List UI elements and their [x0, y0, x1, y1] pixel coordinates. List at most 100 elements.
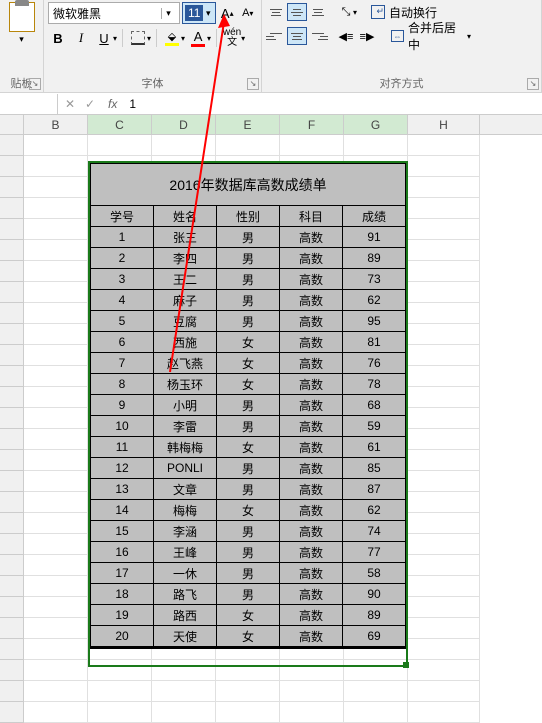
decrease-indent-button[interactable]: ◀≡ — [336, 27, 356, 45]
table-cell: 女 — [217, 353, 280, 374]
formula-value[interactable]: 1 — [123, 97, 142, 111]
align-middle-button[interactable] — [287, 3, 307, 21]
chevron-down-icon[interactable]: ▾ — [113, 34, 117, 43]
align-center-button[interactable] — [287, 27, 307, 45]
table-cell: 62 — [343, 290, 406, 311]
chevron-down-icon[interactable]: ▾ — [181, 34, 185, 43]
table-cell: 95 — [343, 311, 406, 332]
select-all-corner[interactable] — [0, 115, 24, 134]
table-header: 姓名 — [154, 206, 217, 227]
table-row: 8杨玉环女高数78 — [91, 374, 406, 395]
table-header: 性别 — [217, 206, 280, 227]
table-cell: 59 — [343, 416, 406, 437]
table-cell: 麻子 — [154, 290, 217, 311]
table-cell: 9 — [91, 395, 154, 416]
fill-color-button[interactable]: ⬙ — [162, 28, 182, 48]
italic-button[interactable]: I — [71, 28, 91, 48]
table-header: 科目 — [280, 206, 343, 227]
data-table: 2016年数据库高数成绩单学号姓名性别科目成绩1张三男高数912李四男高数893… — [88, 161, 408, 649]
table-cell: 8 — [91, 374, 154, 395]
chevron-down-icon[interactable]: ▾ — [353, 8, 357, 17]
align-left-button[interactable] — [266, 27, 286, 45]
table-cell: 男 — [217, 395, 280, 416]
align-top-button[interactable] — [266, 3, 286, 21]
align-bottom-button[interactable] — [308, 3, 328, 21]
table-cell: 高数 — [280, 458, 343, 479]
table-cell: 85 — [343, 458, 406, 479]
table-cell: 高数 — [280, 374, 343, 395]
phonetic-guide-button[interactable]: wén文 — [222, 28, 242, 48]
table-cell: 西施 — [154, 332, 217, 353]
name-box[interactable] — [0, 94, 58, 114]
increase-indent-button[interactable]: ≡▶ — [357, 27, 377, 45]
col-header[interactable]: G — [344, 115, 408, 134]
table-cell: 15 — [91, 521, 154, 542]
table-title: 2016年数据库高数成绩单 — [91, 164, 406, 206]
cancel-formula-button[interactable]: ✕ — [62, 96, 78, 112]
table-cell: 男 — [217, 584, 280, 605]
table-cell: 男 — [217, 563, 280, 584]
table-cell: 高数 — [280, 311, 343, 332]
chevron-down-icon[interactable]: ▾ — [19, 34, 24, 45]
table-cell: 高数 — [280, 416, 343, 437]
col-header[interactable]: F — [280, 115, 344, 134]
table-row: 1张三男高数91 — [91, 227, 406, 248]
col-header[interactable]: D — [152, 115, 216, 134]
accept-formula-button[interactable]: ✓ — [82, 96, 98, 112]
table-cell: 女 — [217, 605, 280, 626]
table-cell: 女 — [217, 626, 280, 647]
font-color-button[interactable]: A — [188, 28, 208, 48]
table-cell: 高数 — [280, 605, 343, 626]
table-cell: 90 — [343, 584, 406, 605]
table-cell: 男 — [217, 458, 280, 479]
borders-button[interactable] — [128, 28, 148, 48]
table-cell: 高数 — [280, 563, 343, 584]
table-row: 10李雷男高数59 — [91, 416, 406, 437]
table-cell: 78 — [343, 374, 406, 395]
merge-center-button[interactable]: ⇔合并后居中▾ — [387, 26, 475, 46]
bold-button[interactable]: B — [48, 28, 68, 48]
table-cell: 89 — [343, 605, 406, 626]
align-right-button[interactable] — [308, 27, 328, 45]
table-cell: 男 — [217, 227, 280, 248]
column-headers: B C D E F G H — [0, 115, 542, 135]
chevron-down-icon[interactable]: ▾ — [161, 8, 175, 19]
chevron-down-icon[interactable]: ▾ — [147, 34, 151, 43]
table-cell: 高数 — [280, 248, 343, 269]
col-header[interactable]: H — [408, 115, 480, 134]
table-cell: 81 — [343, 332, 406, 353]
chevron-down-icon[interactable]: ▾ — [203, 8, 213, 19]
chevron-down-icon[interactable]: ▾ — [241, 34, 245, 43]
table-cell: 19 — [91, 605, 154, 626]
table-cell: 高数 — [280, 395, 343, 416]
increase-font-button[interactable]: A▴ — [218, 3, 236, 23]
fx-label[interactable]: fx — [108, 97, 117, 111]
underline-button[interactable]: U — [94, 28, 114, 48]
table-cell: 女 — [217, 374, 280, 395]
table-cell: 李雷 — [154, 416, 217, 437]
col-header[interactable]: B — [24, 115, 88, 134]
table-row: 3王二男高数73 — [91, 269, 406, 290]
decrease-font-button[interactable]: A▾ — [239, 3, 257, 23]
font-size-combo[interactable]: 11 ▾ — [182, 2, 216, 24]
table-cell: 文章 — [154, 479, 217, 500]
border-icon — [131, 31, 145, 45]
col-header[interactable]: E — [216, 115, 280, 134]
font-name-combo[interactable]: 微软雅黑 ▾ — [48, 2, 180, 24]
clipboard-dialog-launcher[interactable]: ↘ — [29, 78, 41, 90]
paste-button[interactable]: ▾ — [9, 2, 35, 45]
table-cell: 男 — [217, 479, 280, 500]
grid-body[interactable]: 2016年数据库高数成绩单学号姓名性别科目成绩1张三男高数912李四男高数893… — [0, 135, 542, 713]
chevron-down-icon[interactable]: ▾ — [207, 34, 211, 43]
table-cell: 3 — [91, 269, 154, 290]
table-cell: 路西 — [154, 605, 217, 626]
table-cell: 89 — [343, 248, 406, 269]
table-cell: 女 — [217, 332, 280, 353]
alignment-group: ⤡ ▾ 自动换行 ◀≡ ≡▶ ⇔合并后居中▾ 对齐方式 ↘ — [262, 0, 542, 92]
table-row: 4麻子男高数62 — [91, 290, 406, 311]
font-dialog-launcher[interactable]: ↘ — [247, 78, 259, 90]
alignment-dialog-launcher[interactable]: ↘ — [527, 78, 539, 90]
col-header[interactable]: C — [88, 115, 152, 134]
table-cell: 16 — [91, 542, 154, 563]
table-cell: 男 — [217, 269, 280, 290]
